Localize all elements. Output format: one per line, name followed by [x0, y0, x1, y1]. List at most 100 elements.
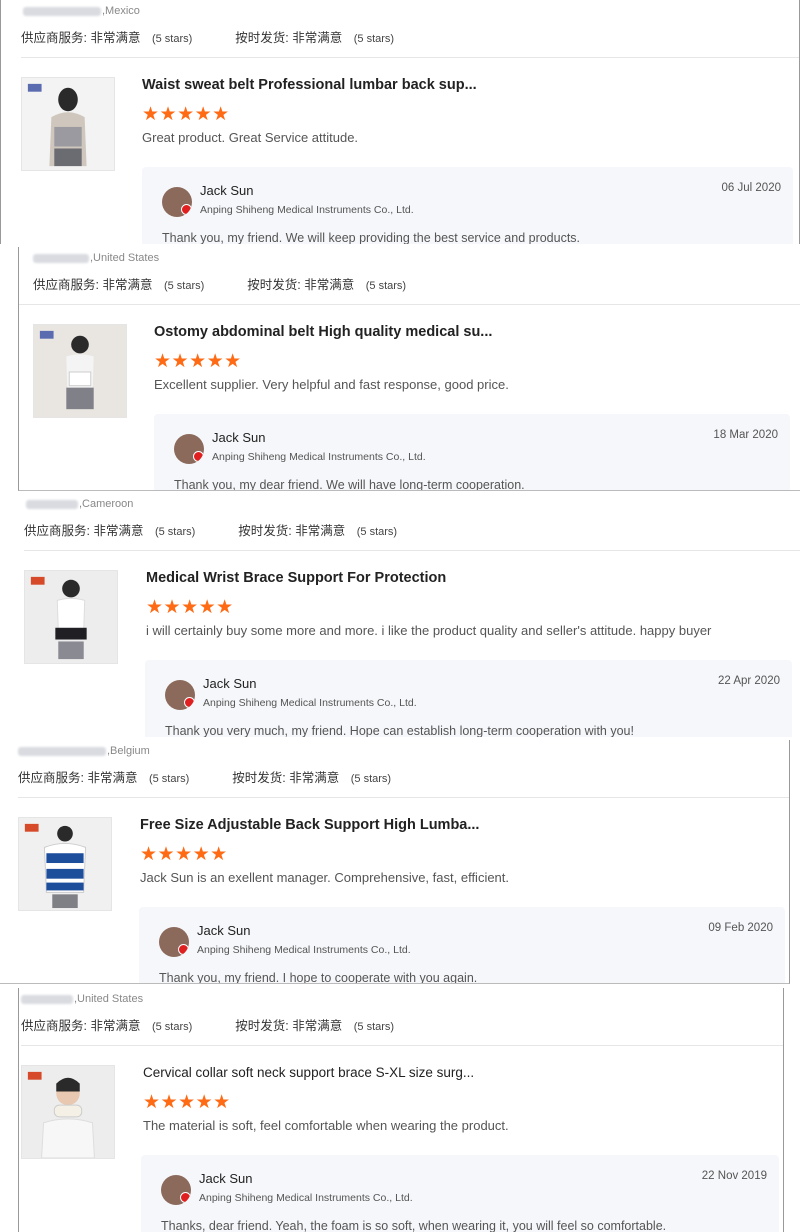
divider: [18, 797, 789, 798]
star-rating: ★★★★★: [143, 1091, 231, 1113]
product-thumbnail[interactable]: [21, 77, 115, 171]
supplier-service-stars: (5 stars): [154, 526, 196, 538]
rating-summary: 供应商服务: 非常满意 (5 stars) 按时发货: 非常满意 (5 star…: [21, 1015, 394, 1034]
product-thumbnail[interactable]: [24, 570, 118, 664]
avatar: [165, 680, 195, 710]
avatar: [161, 1175, 191, 1205]
blurred-buyer-name: [33, 253, 89, 263]
buyer-country: ,United States: [21, 993, 143, 1005]
review-card: ,United States 供应商服务: 非常满意 (5 stars) 按时发…: [18, 247, 800, 491]
blurred-buyer-name: [23, 6, 101, 16]
supplier-service-label: 供应商服务:: [24, 524, 90, 538]
rating-summary: 供应商服务: 非常满意 (5 stars) 按时发货: 非常满意 (5 star…: [18, 767, 391, 786]
review-text: The material is soft, feel comfortable w…: [143, 1118, 509, 1133]
avatar: [159, 927, 189, 957]
on-time-delivery-stars: (5 stars): [350, 773, 392, 785]
on-time-delivery-stars: (5 stars): [353, 1021, 395, 1033]
reply-text: Thank you, my friend. We will keep provi…: [162, 231, 581, 244]
blurred-buyer-name: [26, 499, 78, 509]
on-time-delivery-value: 非常满意: [295, 524, 346, 538]
divider: [19, 304, 800, 305]
on-time-delivery-value: 非常满意: [292, 1019, 343, 1033]
product-title[interactable]: Cervical collar soft neck support brace …: [143, 1065, 474, 1080]
review-text: Excellent supplier. Very helpful and fas…: [154, 377, 509, 392]
on-time-delivery-value: 非常满意: [292, 31, 343, 45]
reply-text: Thank you very much, my friend. Hope can…: [165, 724, 634, 737]
on-time-delivery-label: 按时发货:: [238, 524, 292, 538]
buyer-country: ,Belgium: [18, 745, 150, 757]
on-time-delivery-label: 按时发货:: [232, 771, 286, 785]
seller-reply: Jack Sun Anping Shiheng Medical Instrume…: [142, 167, 793, 244]
replier-company: Anping Shiheng Medical Instruments Co., …: [199, 1192, 413, 1204]
supplier-service-label: 供应商服务:: [33, 278, 99, 292]
seller-reply: Jack Sun Anping Shiheng Medical Instrume…: [145, 660, 792, 737]
product-thumbnail[interactable]: [33, 324, 127, 418]
replier-name: Jack Sun: [200, 183, 254, 198]
on-time-delivery-label: 按时发货:: [247, 278, 301, 292]
star-rating: ★★★★★: [146, 596, 234, 618]
supplier-service-value: 非常满意: [93, 524, 144, 538]
replier-name: Jack Sun: [203, 676, 257, 691]
rating-summary: 供应商服务: 非常满意 (5 stars) 按时发货: 非常满意 (5 star…: [24, 520, 397, 539]
star-rating: ★★★★★: [140, 843, 228, 865]
blurred-buyer-name: [21, 994, 73, 1004]
supplier-service-stars: (5 stars): [151, 1021, 193, 1033]
seller-reply: Jack Sun Anping Shiheng Medical Instrume…: [141, 1155, 779, 1232]
replier-name: Jack Sun: [199, 1171, 253, 1186]
reply-date: 18 Mar 2020: [713, 429, 778, 441]
reply-text: Thank you, my dear friend. We will have …: [174, 478, 525, 491]
reply-text: Thanks, dear friend. Yeah, the foam is s…: [161, 1219, 667, 1232]
supplier-service-stars: (5 stars): [163, 280, 205, 292]
product-title[interactable]: Ostomy abdominal belt High quality medic…: [154, 324, 492, 340]
supplier-service-stars: (5 stars): [148, 773, 190, 785]
supplier-service-stars: (5 stars): [151, 33, 193, 45]
country-label: ,Mexico: [102, 5, 140, 17]
divider: [21, 1045, 783, 1046]
buyer-country: ,Cameroon: [26, 498, 133, 510]
reply-date: 22 Nov 2019: [701, 1170, 767, 1182]
verified-badge-icon: [193, 451, 204, 462]
verified-badge-icon: [178, 944, 189, 955]
rating-summary: 供应商服务: 非常满意 (5 stars) 按时发货: 非常满意 (5 star…: [33, 274, 406, 293]
on-time-delivery-stars: (5 stars): [353, 33, 395, 45]
review-text: i will certainly buy some more and more.…: [146, 623, 712, 638]
product-thumbnail[interactable]: [18, 817, 112, 911]
review-card: ,United States 供应商服务: 非常满意 (5 stars) 按时发…: [18, 988, 784, 1232]
on-time-delivery-value: 非常满意: [304, 278, 355, 292]
supplier-service-value: 非常满意: [90, 1019, 141, 1033]
supplier-service-label: 供应商服务:: [21, 31, 87, 45]
on-time-delivery-stars: (5 stars): [365, 280, 407, 292]
on-time-delivery-value: 非常满意: [289, 771, 340, 785]
supplier-service-value: 非常满意: [90, 31, 141, 45]
reply-date: 22 Apr 2020: [717, 675, 780, 687]
country-label: ,United States: [74, 993, 144, 1005]
on-time-delivery-stars: (5 stars): [356, 526, 398, 538]
verified-badge-icon: [180, 1192, 191, 1203]
review-card: ,Cameroon 供应商服务: 非常满意 (5 stars) 按时发货: 非常…: [0, 493, 800, 737]
verified-badge-icon: [181, 204, 192, 215]
product-title[interactable]: Waist sweat belt Professional lumbar bac…: [142, 77, 477, 93]
supplier-service-label: 供应商服务:: [18, 771, 84, 785]
review-text: Jack Sun is an exellent manager. Compreh…: [140, 870, 510, 885]
buyer-country: ,Mexico: [23, 5, 140, 17]
product-title[interactable]: Medical Wrist Brace Support For Protecti…: [146, 570, 446, 586]
star-rating: ★★★★★: [142, 103, 230, 125]
review-card: ,Belgium 供应商服务: 非常满意 (5 stars) 按时发货: 非常满…: [0, 740, 790, 984]
replier-company: Anping Shiheng Medical Instruments Co., …: [212, 451, 426, 463]
reply-date: 09 Feb 2020: [708, 922, 773, 934]
country-label: ,Cameroon: [79, 498, 134, 510]
buyer-country: ,United States: [33, 252, 159, 264]
avatar: [174, 434, 204, 464]
product-title[interactable]: Free Size Adjustable Back Support High L…: [140, 817, 479, 833]
replier-company: Anping Shiheng Medical Instruments Co., …: [203, 697, 417, 709]
supplier-service-value: 非常满意: [102, 278, 153, 292]
star-rating: ★★★★★: [154, 350, 242, 372]
country-label: ,United States: [90, 252, 160, 264]
avatar: [162, 187, 192, 217]
verified-badge-icon: [184, 697, 195, 708]
product-thumbnail[interactable]: [21, 1065, 115, 1159]
replier-name: Jack Sun: [212, 430, 266, 445]
divider: [24, 550, 800, 551]
rating-summary: 供应商服务: 非常满意 (5 stars) 按时发货: 非常满意 (5 star…: [21, 27, 394, 46]
on-time-delivery-label: 按时发货:: [235, 1019, 289, 1033]
